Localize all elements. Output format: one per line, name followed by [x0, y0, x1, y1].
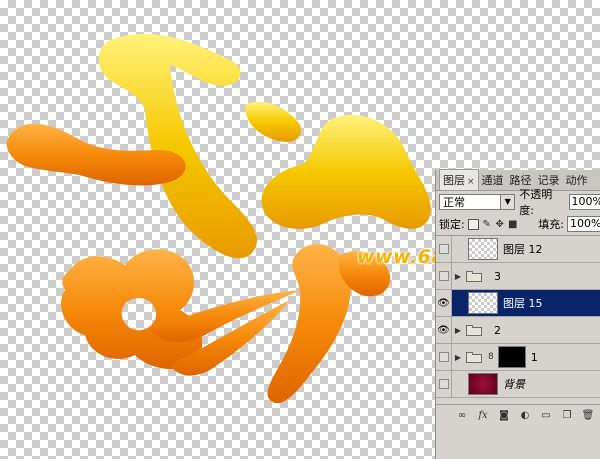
tab-layers[interactable]: 图层 ×: [439, 169, 479, 190]
link-icon[interactable]: ∞: [456, 410, 468, 422]
new-layer-icon[interactable]: ❐: [561, 410, 573, 422]
eye-icon: 👁: [437, 297, 450, 309]
layer-row[interactable]: ▶ 8 1: [436, 344, 600, 371]
visibility-toggle[interactable]: [436, 263, 452, 289]
opacity-label: 不透明度:: [519, 188, 553, 217]
layer-name: 图层 15: [503, 297, 543, 310]
lock-label: 锁定:: [439, 218, 465, 231]
panel-bottom-toolbar: ∞ fx ◙ ◐ ▭ ❐ 🗑: [436, 404, 600, 426]
expand-arrow-icon[interactable]: ▶: [452, 326, 464, 335]
panel-tabs: 图层 × 通道 路径 记录 动作: [436, 169, 600, 191]
eye-icon: 👁: [437, 324, 450, 336]
layers-panel: 图层 × 通道 路径 记录 动作 正常 ▼ 不透明度: 100% 锁定: ✎ ✥ ■…: [435, 169, 600, 459]
layer-row-selected[interactable]: 👁 图层 15: [436, 290, 600, 317]
expand-arrow-icon[interactable]: ▶: [452, 353, 464, 362]
fx-icon[interactable]: fx: [477, 410, 489, 422]
layer-name: 3: [494, 269, 501, 283]
tab-channels[interactable]: 通道: [479, 170, 507, 190]
folder-icon: [466, 351, 482, 363]
tab-actions[interactable]: 动作: [563, 170, 591, 190]
fill-label: 填充:: [538, 218, 564, 231]
move-icon[interactable]: ✥: [495, 219, 505, 230]
layer-name: 背景: [503, 378, 525, 391]
visibility-toggle[interactable]: [436, 344, 452, 370]
visibility-toggle[interactable]: [436, 371, 452, 397]
glyph-stroke-1: [98, 33, 258, 259]
layer-name: 图层 12: [503, 243, 543, 256]
lock-icon[interactable]: ■: [508, 219, 518, 230]
glyph-stroke-5: [61, 249, 203, 370]
layer-name: 1: [530, 350, 538, 364]
layer-row[interactable]: 图层 12: [436, 236, 600, 263]
close-icon[interactable]: ×: [467, 177, 475, 187]
visibility-toggle[interactable]: 👁: [436, 290, 452, 316]
layer-row[interactable]: ▶ 3: [436, 263, 600, 290]
layer-name: 2: [494, 323, 501, 337]
opacity-field[interactable]: 100%: [568, 194, 600, 210]
layers-list: 图层 12 ▶ 3 👁 图层 15 👁 ▶ 2 ▶ 8 1 背景: [436, 236, 600, 398]
layer-thumbnail: [468, 373, 498, 395]
layer-row[interactable]: 👁 ▶ 2: [436, 317, 600, 344]
blend-mode-select[interactable]: 正常 ▼: [439, 194, 516, 210]
visibility-toggle[interactable]: [436, 236, 452, 262]
lock-row: 锁定: ✎ ✥ ■ 填充: 100%: [436, 213, 600, 236]
visibility-box-icon: [438, 271, 449, 281]
brush-icon[interactable]: ✎: [482, 219, 492, 230]
mask-thumbnail: [497, 346, 526, 368]
trash-icon[interactable]: 🗑: [582, 410, 595, 422]
blend-row: 正常 ▼ 不透明度: 100%: [436, 188, 600, 217]
folder-icon[interactable]: ▭: [540, 410, 552, 422]
chain-link-icon: 8: [488, 352, 494, 362]
glyph-stroke-8: [267, 244, 351, 404]
visibility-toggle[interactable]: 👁: [436, 317, 452, 343]
tab-layers-label: 图层: [443, 174, 465, 187]
visibility-box-icon: [438, 244, 449, 254]
expand-arrow-icon[interactable]: ▶: [452, 272, 464, 281]
folder-icon: [466, 270, 482, 282]
visibility-box-icon: [438, 379, 449, 389]
adjustment-icon[interactable]: ◐: [519, 410, 531, 422]
glyph-stroke-2: [245, 101, 301, 142]
layer-thumbnail: [468, 238, 498, 260]
layer-thumbnail: [468, 292, 498, 314]
mask-icon[interactable]: ◙: [498, 410, 510, 422]
blend-mode-value: 正常: [443, 196, 465, 209]
chevron-down-icon: ▼: [500, 195, 515, 209]
visibility-box-icon: [438, 352, 449, 362]
layer-row[interactable]: 背景: [436, 371, 600, 398]
lock-transparency-icon[interactable]: [467, 218, 479, 230]
folder-icon: [466, 324, 482, 336]
fill-field[interactable]: 100%: [567, 216, 600, 232]
